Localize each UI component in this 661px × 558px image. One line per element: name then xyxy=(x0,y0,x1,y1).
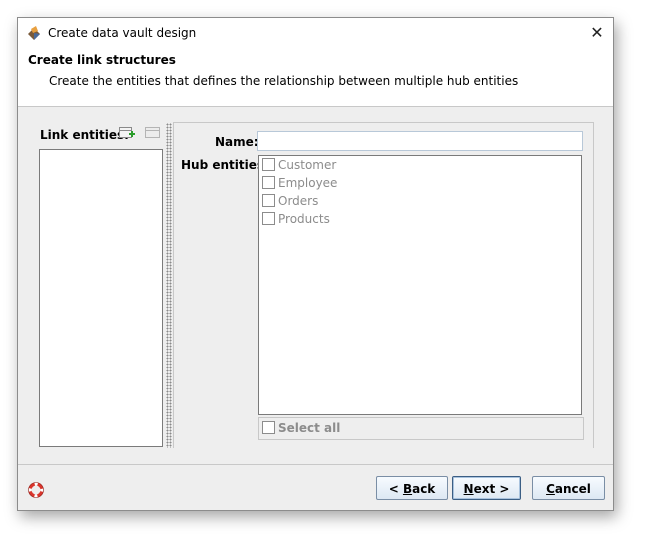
window-title: Create data vault design xyxy=(48,26,197,40)
back-button-mnemonic: B xyxy=(402,482,413,496)
hub-item-customer[interactable]: Customer xyxy=(262,158,336,176)
hub-item-employee[interactable]: Employee xyxy=(262,176,337,194)
select-all-checkbox[interactable]: Select all xyxy=(262,421,340,435)
next-button-label: ext > xyxy=(473,482,510,496)
hub-item-label: Orders xyxy=(278,194,319,208)
footer-divider xyxy=(18,464,613,465)
checkbox[interactable] xyxy=(262,194,275,207)
back-button-label: ack xyxy=(412,482,436,496)
cancel-button[interactable]: Cancel xyxy=(532,476,605,500)
back-button[interactable]: < Back xyxy=(376,476,448,500)
next-button-mnemonic: N xyxy=(463,482,474,496)
app-icon xyxy=(26,25,42,41)
checkbox[interactable] xyxy=(262,158,275,171)
hub-entities-label: Hub entities: xyxy=(181,158,269,172)
add-entity-icon[interactable] xyxy=(118,125,136,141)
remove-entity-icon[interactable] xyxy=(144,125,162,141)
link-details-panel: Name: Hub entities: Customer Employee Or… xyxy=(173,122,594,448)
title-bar: Create data vault design ✕ xyxy=(18,18,613,48)
link-entities-panel: Link entities: xyxy=(38,123,164,448)
cancel-button-label: ancel xyxy=(554,482,591,496)
name-label: Name: xyxy=(215,135,259,149)
hub-item-label: Customer xyxy=(278,158,337,172)
step-title: Create link structures xyxy=(28,53,176,67)
link-entities-list[interactable] xyxy=(39,149,163,447)
dialog-window: Create data vault design ✕ Create link s… xyxy=(17,17,614,511)
hub-entities-list: Customer Employee Orders Products xyxy=(258,155,582,415)
hub-item-label: Employee xyxy=(278,176,338,190)
select-all-label: Select all xyxy=(278,421,341,435)
cancel-button-mnemonic: C xyxy=(546,482,555,496)
help-lifebuoy-icon[interactable] xyxy=(28,482,44,498)
checkbox[interactable] xyxy=(262,176,275,189)
split-pane-divider[interactable] xyxy=(166,123,172,448)
back-button-prefix: < xyxy=(388,482,403,496)
step-description: Create the entities that defines the rel… xyxy=(49,74,519,88)
select-all-row: Select all xyxy=(258,417,584,440)
name-input[interactable] xyxy=(257,131,583,151)
checkbox[interactable] xyxy=(262,212,275,225)
hub-item-orders[interactable]: Orders xyxy=(262,194,318,212)
hub-item-label: Products xyxy=(278,212,330,226)
hub-item-products[interactable]: Products xyxy=(262,212,330,230)
checkbox[interactable] xyxy=(262,421,275,434)
next-button[interactable]: Next > xyxy=(452,476,521,500)
wizard-header: Create link structures Create the entiti… xyxy=(18,48,613,107)
link-entities-label: Link entities: xyxy=(40,128,129,142)
close-button[interactable]: ✕ xyxy=(587,23,607,43)
